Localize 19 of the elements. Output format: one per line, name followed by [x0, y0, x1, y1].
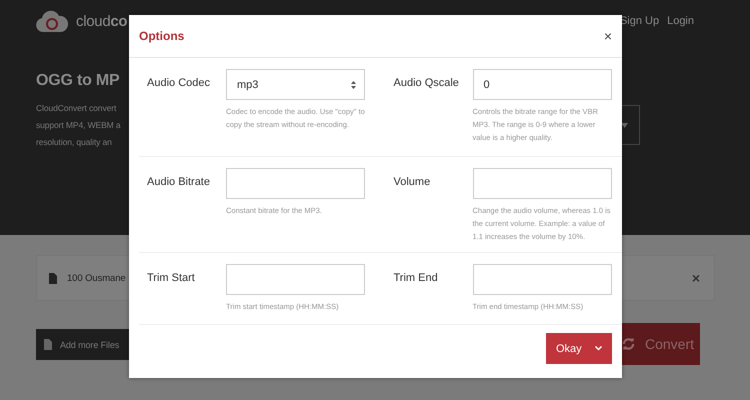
field-label: Volume	[394, 175, 432, 190]
field-label: Audio Codec	[147, 76, 211, 91]
field-label: Trim End	[394, 271, 439, 286]
logo-text: cloudco	[76, 12, 128, 30]
description-line: support MP4, WEBM a	[36, 119, 121, 132]
page-title: OGG to MP	[36, 72, 121, 90]
remove-button[interactable]: ×	[692, 270, 700, 286]
field-label: Audio Qscale	[394, 76, 460, 91]
dialog-title: Options	[139, 29, 184, 43]
field-label: Audio Bitrate	[147, 175, 211, 190]
okay-button[interactable]: Okay	[546, 333, 612, 364]
file-name: 100 Ousmane	[67, 272, 126, 284]
field-label: Trim Start	[147, 271, 196, 286]
description-line: resolution, quality an	[36, 136, 113, 149]
codec-select[interactable]: mp3	[226, 69, 365, 100]
nav-link[interactable]: Login	[667, 15, 694, 27]
input-field[interactable]: 0	[472, 69, 612, 100]
description-line: CloudConvert convert	[36, 102, 118, 115]
close-button[interactable]: ×	[604, 28, 612, 44]
